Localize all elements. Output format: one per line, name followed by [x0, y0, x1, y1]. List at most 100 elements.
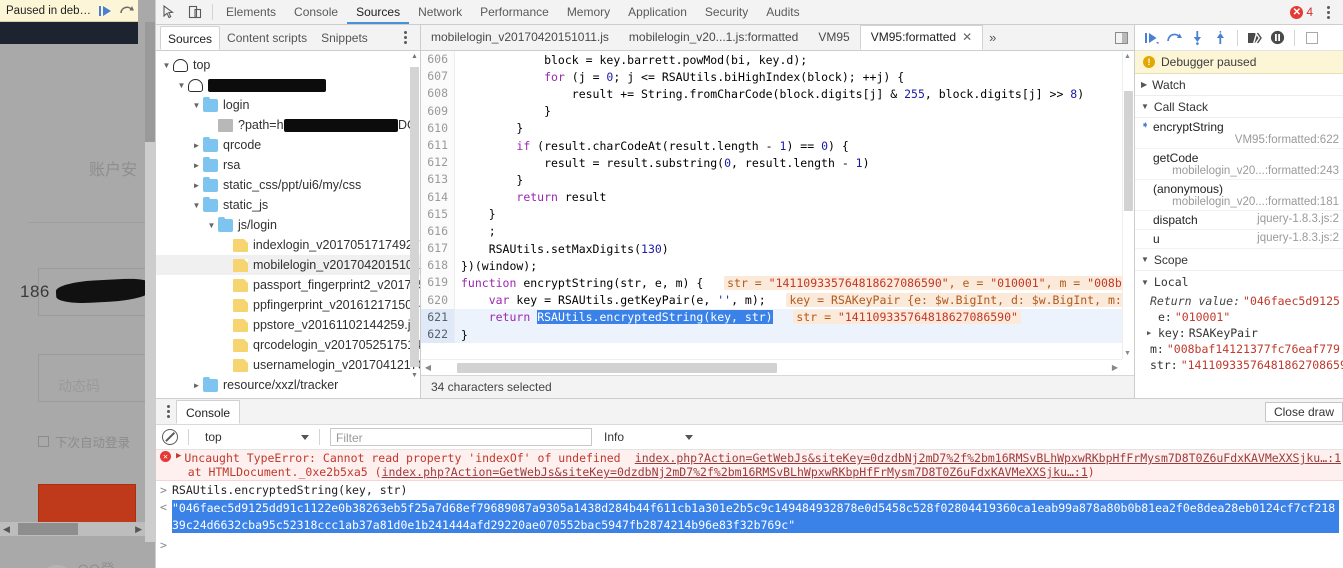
- resume-script-icon[interactable]: [1141, 27, 1162, 49]
- callstack-item[interactable]: (anonymous) mobilelogin_v20...:formatted:…: [1135, 180, 1343, 211]
- editor-tab-vm95[interactable]: VM95: [808, 25, 859, 50]
- tree-item[interactable]: indexlogin_v20170517174927.js: [156, 235, 420, 255]
- console-level-selector[interactable]: Info: [598, 430, 693, 444]
- nav-tab-sources[interactable]: Sources: [160, 25, 221, 50]
- chevron-right-icon[interactable]: ►: [190, 141, 203, 150]
- code-line[interactable]: 610 }: [421, 119, 1122, 137]
- code-line[interactable]: 615 }: [421, 205, 1122, 223]
- line-number[interactable]: 614: [421, 188, 455, 206]
- step-out-icon[interactable]: [1210, 27, 1231, 49]
- tree-item[interactable]: qrcodelogin_v20170525175149: [156, 335, 420, 355]
- tree-item[interactable]: mobilelogin_v20170420151011: [156, 255, 420, 275]
- line-number[interactable]: 619: [421, 274, 455, 292]
- chevron-right-icon[interactable]: ►: [190, 381, 203, 390]
- step-over-icon[interactable]: [119, 3, 135, 19]
- nav-tab-content-scripts[interactable]: Content scripts: [220, 26, 314, 50]
- resume-script-icon[interactable]: [97, 3, 113, 19]
- tree-item[interactable]: ▼ top: [156, 55, 420, 75]
- tree-item[interactable]: ► qrcode: [156, 135, 420, 155]
- chevron-down-icon[interactable]: ▼: [205, 221, 218, 230]
- scope-property[interactable]: e: "010001": [1135, 309, 1343, 325]
- scroll-left-arrow[interactable]: ◀: [421, 363, 435, 372]
- callstack-location[interactable]: jquery-1.8.3.js:2: [1251, 232, 1339, 244]
- drawer-menu-icon[interactable]: [160, 405, 176, 418]
- line-number[interactable]: 616: [421, 222, 455, 241]
- scope-property[interactable]: Return value: "046faec5d9125: [1135, 293, 1343, 309]
- tab-audits[interactable]: Audits: [757, 0, 808, 24]
- code-line[interactable]: 606 block = key.barrett.powMod(bi, key.d…: [421, 51, 1122, 69]
- callstack-location[interactable]: mobilelogin_v20...:formatted:243: [1153, 165, 1339, 177]
- scroll-left-arrow[interactable]: ◀: [0, 524, 13, 535]
- local-scope-properties[interactable]: Return value: "046faec5d9125 e: "010001" ▶…: [1135, 293, 1343, 373]
- inspect-element-icon[interactable]: [156, 0, 182, 24]
- code-line[interactable]: 613 }: [421, 171, 1122, 189]
- tree-item[interactable]: ppfingerprint_v20161217150447: [156, 295, 420, 315]
- tree-item[interactable]: ► static_css/ppt/ui6/my/css: [156, 175, 420, 195]
- tree-item[interactable]: ▼ login: [156, 95, 420, 115]
- tree-item[interactable]: passport_fingerprint2_v201705.: [156, 275, 420, 295]
- callstack-item[interactable]: u jquery-1.8.3.js:2: [1135, 230, 1343, 249]
- tab-security[interactable]: Security: [696, 0, 757, 24]
- stack-frame-link[interactable]: index.php?Action=GetWebJs&siteKey=0dzdbN…: [382, 465, 1088, 479]
- scope-section-header[interactable]: ▼ Scope: [1135, 249, 1343, 271]
- tree-item[interactable]: ► resource/xxzl/tracker: [156, 375, 420, 395]
- scrollbar-thumb[interactable]: [145, 22, 155, 142]
- chevron-right-icon[interactable]: ▶: [173, 451, 184, 465]
- code-line[interactable]: 607 for (j = 0; j <= RSAUtils.biHighInde…: [421, 68, 1122, 86]
- code-line[interactable]: 621 return RSAUtils.encryptedString(key,…: [421, 308, 1122, 326]
- console-error-message[interactable]: ✕ ▶ Uncaught TypeError: Cannot read proper…: [156, 450, 1343, 481]
- callstack-location[interactable]: jquery-1.8.3.js:2: [1251, 213, 1339, 225]
- tree-item[interactable]: ▼ js/login: [156, 215, 420, 235]
- toggle-device-toolbar-icon[interactable]: [182, 0, 208, 24]
- editor-tab-mobilelogin[interactable]: mobilelogin_v20170420151011.js: [421, 25, 619, 50]
- line-number[interactable]: 622: [421, 326, 455, 344]
- editor-tab-vm95-formatted[interactable]: VM95:formatted ✕: [859, 25, 984, 50]
- callstack-item[interactable]: getCode mobilelogin_v20...:formatted:243: [1135, 149, 1343, 180]
- code-line[interactable]: 617 RSAUtils.setMaxDigits(130): [421, 240, 1122, 258]
- line-number[interactable]: 618: [421, 257, 455, 275]
- scope-property[interactable]: str: "14110933576481862708659: [1135, 357, 1343, 373]
- step-into-icon[interactable]: [1187, 27, 1208, 49]
- watch-section-header[interactable]: ▶ Watch: [1135, 74, 1343, 96]
- code-line[interactable]: 614 return result: [421, 188, 1122, 206]
- show-debugger-sidebar-icon[interactable]: [1108, 26, 1134, 50]
- tab-memory[interactable]: Memory: [558, 0, 619, 24]
- chevron-right-icon[interactable]: ►: [190, 181, 203, 190]
- tree-item[interactable]: ▼ static_js: [156, 195, 420, 215]
- line-number[interactable]: 612: [421, 154, 455, 172]
- scroll-down-arrow[interactable]: ▼: [410, 372, 419, 383]
- scroll-down-arrow[interactable]: ▼: [1123, 350, 1132, 357]
- line-number[interactable]: 606: [421, 51, 455, 69]
- scroll-up-arrow[interactable]: ▲: [1123, 53, 1132, 60]
- code-line[interactable]: 616 ;: [421, 222, 1122, 241]
- tree-item[interactable]: usernamelogin_v201704121702: [156, 355, 420, 375]
- console-output-value[interactable]: < "046faec5d9125dd91c1122e0b38263eb5f25a7…: [156, 499, 1343, 535]
- tab-network[interactable]: Network: [409, 0, 471, 24]
- local-scope-header[interactable]: ▼ Local: [1135, 271, 1343, 293]
- code-line[interactable]: 620 var key = RSAUtils.getKeyPair(e, '',…: [421, 291, 1122, 309]
- line-number[interactable]: 609: [421, 102, 455, 120]
- async-checkbox[interactable]: [1301, 27, 1322, 49]
- editor-tab-mobilelogin-formatted[interactable]: mobilelogin_v20...1.js:formatted: [619, 25, 808, 50]
- page-vertical-scrollbar[interactable]: [145, 22, 155, 542]
- line-number[interactable]: 607: [421, 68, 455, 86]
- line-number[interactable]: 615: [421, 205, 455, 223]
- scroll-right-arrow[interactable]: ▶: [132, 524, 145, 535]
- line-number[interactable]: 611: [421, 136, 455, 155]
- line-number[interactable]: 613: [421, 171, 455, 189]
- chevron-down-icon[interactable]: ▼: [160, 61, 173, 70]
- line-number[interactable]: 608: [421, 85, 455, 103]
- chevron-right-icon[interactable]: ▶: [1147, 329, 1155, 337]
- console-prompt[interactable]: >: [156, 535, 1343, 555]
- deactivate-breakpoints-icon[interactable]: [1244, 27, 1265, 49]
- callstack-location[interactable]: VM95:formatted:622: [1153, 134, 1339, 146]
- scrollbar-thumb[interactable]: [18, 523, 78, 535]
- tree-item[interactable]: ppstore_v20161102144259.js: [156, 315, 420, 335]
- tab-application[interactable]: Application: [619, 0, 696, 24]
- tab-sources[interactable]: Sources: [347, 0, 410, 24]
- code-line[interactable]: 618})(window);: [421, 257, 1122, 275]
- scroll-right-arrow[interactable]: ▶: [1108, 363, 1122, 372]
- code-line[interactable]: 608 result += String.fromCharCode(block.…: [421, 85, 1122, 103]
- line-number[interactable]: 610: [421, 119, 455, 137]
- file-tree[interactable]: ▼ top ▼ ▼ login ?path=h DC ► qrcode ► rsa ► static_c…: [156, 51, 420, 398]
